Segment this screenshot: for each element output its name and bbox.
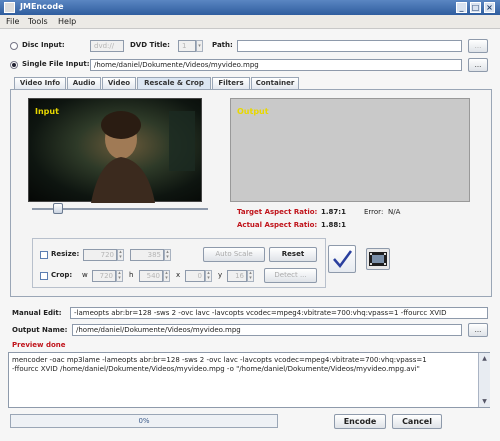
progress-text: 0% <box>138 417 150 425</box>
minimize-icon[interactable]: _ <box>456 2 467 13</box>
command-line-2: -ffourcc XVID /home/daniel/Dokumente/Vid… <box>12 365 420 373</box>
crop-y-stepper[interactable]: ▴ ▾ <box>247 270 254 282</box>
tab-container[interactable]: Container <box>251 77 299 89</box>
menu-file[interactable]: File <box>6 17 19 26</box>
menu-help[interactable]: Help <box>58 17 76 26</box>
disc-input-label: Disc Input: <box>22 41 65 49</box>
path-field[interactable] <box>237 40 462 52</box>
output-name-field[interactable]: /home/daniel/Dokumente/Videos/myvideo.mp… <box>72 324 462 336</box>
manual-edit-field[interactable]: -lameopts abr:br=128 -sws 2 -ovc lavc -l… <box>70 307 488 319</box>
crop-y-field[interactable]: 16 <box>227 270 247 282</box>
scroll-down-icon[interactable]: ▼ <box>480 397 489 406</box>
resize-width-stepper[interactable]: ▴ ▾ <box>117 249 124 261</box>
menu-tools[interactable]: Tools <box>28 17 48 26</box>
output-preview-label: Output <box>237 107 269 116</box>
error-value: N/A <box>388 208 401 216</box>
title-bar: JMEncode _ □ × <box>0 0 500 15</box>
window-title: JMEncode <box>20 2 64 11</box>
maximize-icon[interactable]: □ <box>470 2 481 13</box>
preview-slider-thumb[interactable] <box>53 203 64 214</box>
input-preview-label: Input <box>35 107 59 116</box>
status-text: Preview done <box>12 341 66 349</box>
reset-button[interactable]: Reset <box>269 247 317 262</box>
cancel-button[interactable]: Cancel <box>392 414 442 429</box>
film-icon <box>369 252 387 266</box>
resize-height-stepper[interactable]: ▴ ▾ <box>164 249 171 261</box>
crop-y-label: y <box>218 271 223 279</box>
crop-x-field[interactable]: 0 <box>185 270 205 282</box>
crop-w-field[interactable]: 720 <box>92 270 116 282</box>
resize-checkbox[interactable] <box>40 251 48 259</box>
single-file-field[interactable]: /home/daniel/Dokumente/Videos/myvideo.mp… <box>90 59 462 71</box>
preview-image-button[interactable] <box>366 248 390 270</box>
encode-button[interactable]: Encode <box>334 414 386 429</box>
crop-h-field[interactable]: 540 <box>139 270 163 282</box>
single-file-browse-button[interactable]: ... <box>468 58 488 72</box>
single-file-radio[interactable] <box>10 61 18 69</box>
scroll-up-icon[interactable]: ▲ <box>480 354 489 363</box>
output-preview: Output <box>230 98 470 202</box>
tab-audio[interactable]: Audio <box>67 77 101 89</box>
manual-edit-label: Manual Edit: <box>12 309 62 317</box>
target-aspect-value: 1.87:1 <box>321 208 346 216</box>
auto-scale-button[interactable]: Auto Scale <box>203 247 265 262</box>
close-icon[interactable]: × <box>484 2 495 13</box>
tab-filters[interactable]: Filters <box>212 77 250 89</box>
tab-video-info[interactable]: Video Info <box>14 77 66 89</box>
actual-aspect-label: Actual Aspect Ratio: <box>237 221 318 229</box>
command-line-1: mencoder -oac mp3lame -lameopts abr:br=1… <box>12 356 427 364</box>
apply-button[interactable] <box>328 245 356 273</box>
crop-label: Crop: <box>51 271 73 279</box>
detect-crop-button[interactable]: Detect ... <box>264 268 317 283</box>
crop-w-stepper[interactable]: ▴ ▾ <box>116 270 123 282</box>
command-scrollbar[interactable]: ▲ ▼ <box>478 353 490 407</box>
crop-h-label: h <box>129 271 134 279</box>
error-label: Error: <box>364 208 384 216</box>
crop-h-stepper[interactable]: ▴ ▾ <box>163 270 170 282</box>
dvd-title-field[interactable]: 1 <box>178 40 196 52</box>
tab-video[interactable]: Video <box>102 77 136 89</box>
crop-x-label: x <box>176 271 181 279</box>
progress-bar: 0% <box>10 414 278 428</box>
chevron-down-icon[interactable]: ▾ <box>196 40 203 52</box>
checkmark-icon <box>333 250 353 269</box>
disc-input-radio[interactable] <box>10 42 18 50</box>
output-name-label: Output Name: <box>12 326 68 334</box>
resize-label: Resize: <box>51 250 80 258</box>
menu-bar: File Tools Help <box>0 15 500 29</box>
command-textarea[interactable]: mencoder -oac mp3lame -lameopts abr:br=1… <box>8 352 490 408</box>
output-browse-button[interactable]: ... <box>468 323 488 337</box>
disc-device-field[interactable]: dvd:// <box>90 40 124 52</box>
input-preview: Input <box>28 98 202 203</box>
resize-height-field[interactable]: 385 <box>130 249 164 261</box>
resize-width-field[interactable]: 720 <box>83 249 117 261</box>
crop-x-stepper[interactable]: ▴ ▾ <box>205 270 212 282</box>
dvd-title-label: DVD Title: <box>130 41 170 49</box>
actual-aspect-value: 1.88:1 <box>321 221 346 229</box>
app-icon <box>4 2 15 13</box>
target-aspect-label: Target Aspect Ratio: <box>237 208 318 216</box>
crop-w-label: w <box>82 271 88 279</box>
crop-checkbox[interactable] <box>40 272 48 280</box>
path-label: Path: <box>212 41 233 49</box>
single-file-label: Single File Input: <box>22 60 90 68</box>
path-browse-button[interactable]: ... <box>468 39 488 53</box>
